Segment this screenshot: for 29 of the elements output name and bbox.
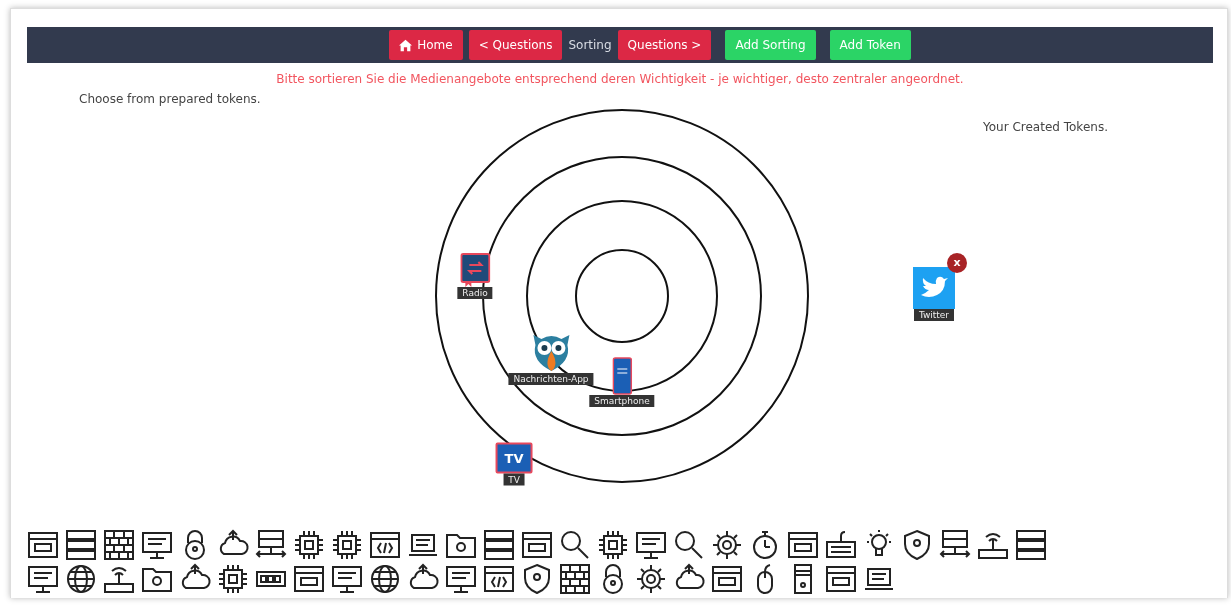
tv-icon[interactable]: TV (495, 442, 533, 474)
token-label: Smartphone (589, 395, 655, 407)
bird-icon[interactable] (913, 267, 955, 309)
prepared-tokens-heading: Choose from prepared tokens. (79, 92, 261, 106)
server-icon[interactable] (64, 528, 98, 562)
globe-icon[interactable] (64, 562, 98, 596)
chip-icon[interactable] (216, 562, 250, 596)
server-icon[interactable] (1014, 528, 1048, 562)
chip-icon[interactable] (596, 528, 630, 562)
globe-icon[interactable] (368, 562, 402, 596)
remove-token-button[interactable]: x (947, 253, 967, 273)
book-icon[interactable] (460, 253, 490, 287)
navigation-button[interactable]: < Questions (468, 30, 563, 60)
token-label: TV (503, 473, 525, 486)
home-button[interactable]: Home (389, 30, 463, 60)
chip-icon[interactable] (330, 528, 364, 562)
token-label: Radio (457, 287, 493, 299)
token-label: Twitter (913, 309, 955, 321)
smartphone-icon[interactable] (612, 357, 632, 395)
current-page-label: Sorting (568, 38, 612, 52)
created-tokens-heading: Your Created Tokens. (983, 120, 1108, 134)
chip-icon[interactable] (292, 528, 326, 562)
navigation-button[interactable]: Questions > (617, 30, 712, 60)
brick-wall-icon[interactable] (102, 528, 136, 562)
server-icon[interactable] (482, 528, 516, 562)
house-icon (399, 38, 413, 52)
token-label: Nachrichten-App (508, 373, 594, 385)
brick-wall-icon[interactable] (558, 562, 592, 596)
instruction-text: Bitte sortieren Sie die Medienangebote entsprechend deren Wichtigkeit - je wichtiger, desto zentraler angeordnet. (275, 72, 965, 86)
